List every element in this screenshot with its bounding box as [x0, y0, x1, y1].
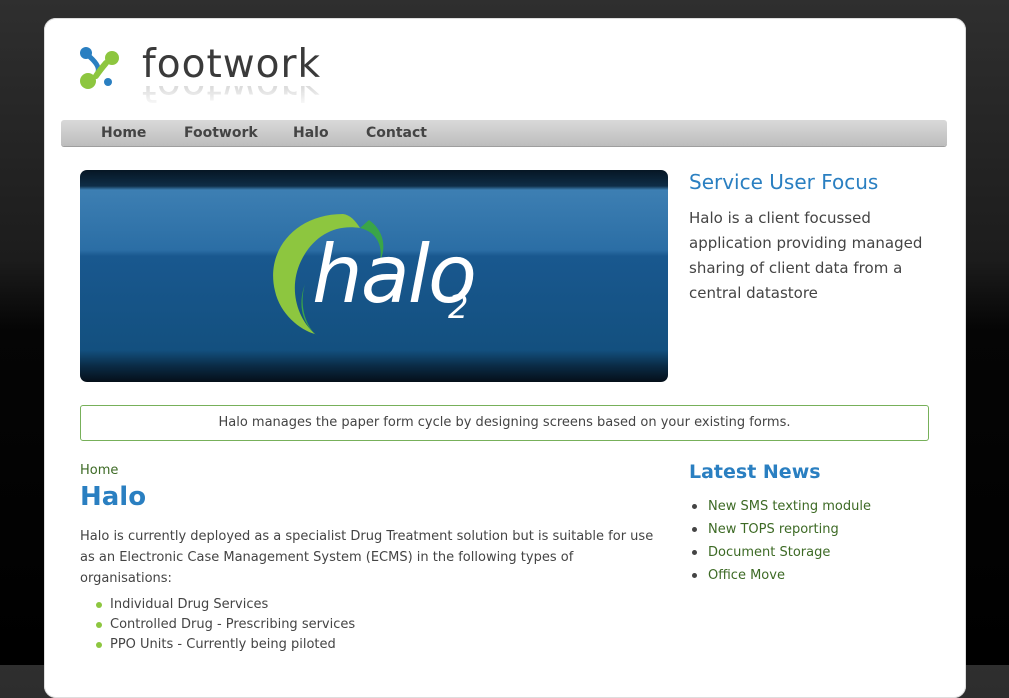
- highlight-box: Halo manages the paper form cycle by des…: [80, 405, 929, 441]
- footwork-logo-icon: [80, 47, 119, 89]
- nav-item-footwork[interactable]: Footwork: [184, 125, 258, 141]
- news-item[interactable]: New TOPS reporting: [692, 518, 871, 541]
- main-navigation: Home Footwork Halo Contact: [61, 120, 947, 146]
- news-list: New SMS texting module New TOPS reportin…: [692, 495, 871, 587]
- page-title: Halo: [80, 482, 147, 512]
- side-description: Halo is a client focussed application pr…: [689, 209, 923, 302]
- banner-subscript: 2: [448, 288, 469, 326]
- news-title: Latest News: [689, 461, 821, 483]
- news-item[interactable]: Document Storage: [692, 541, 871, 564]
- logo-icon-reflection: [78, 90, 122, 110]
- nav-item-halo[interactable]: Halo: [293, 125, 329, 141]
- breadcrumb[interactable]: Home: [80, 463, 118, 478]
- list-item: PPO Units - Currently being piloted: [96, 635, 355, 655]
- side-title: Service User Focus: [689, 170, 879, 194]
- list-item: Controlled Drug - Prescribing services: [96, 615, 355, 635]
- news-item[interactable]: New SMS texting module: [692, 495, 871, 518]
- logo-text-reflection: footwork: [142, 86, 321, 108]
- news-item[interactable]: Office Move: [692, 564, 871, 587]
- logo-text: footwork: [142, 42, 322, 87]
- nav-item-contact[interactable]: Contact: [366, 125, 427, 141]
- halo-banner: halo 2: [80, 170, 668, 382]
- footwork-logo[interactable]: footwork footwork: [78, 42, 348, 114]
- nav-item-home[interactable]: Home: [101, 125, 146, 141]
- page-container: footwork footwork Home Footwork Halo Con…: [44, 18, 966, 698]
- list-item: Individual Drug Services: [96, 595, 355, 615]
- intro-paragraph: Halo is currently deployed as a speciali…: [80, 529, 654, 586]
- organisation-list: Individual Drug Services Controlled Drug…: [96, 595, 355, 655]
